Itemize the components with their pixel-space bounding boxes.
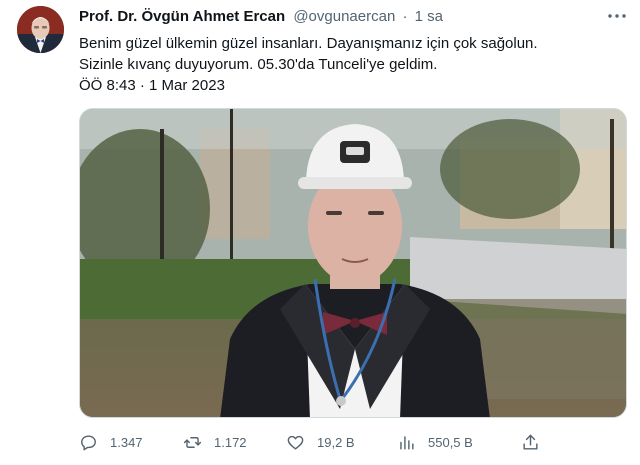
tweet-text: Benim güzel ülkemin güzel insanları. Day… [79, 33, 619, 96]
avatar[interactable] [17, 6, 64, 53]
tweet-photo[interactable] [79, 108, 627, 418]
share-icon [523, 434, 538, 450]
tweet-text-line: Sizinle kıvanç duyuyorum. 05.30'da Tunce… [79, 56, 438, 73]
tweet-text-line: Benim güzel ülkemin güzel insanları. Day… [79, 35, 538, 52]
tweet-card[interactable]: Prof. Dr. Övgün Ahmet Ercan @ovgunaercan… [0, 0, 640, 465]
tweet-age[interactable]: 1 sa [415, 8, 443, 25]
tweet-text-line: ÖÖ 8:43 · 1 Mar 2023 [79, 77, 225, 94]
retweet-icon [183, 436, 202, 448]
like-button[interactable]: 19,2 B [286, 428, 355, 456]
like-count: 19,2 B [317, 434, 355, 450]
reply-icon [81, 434, 96, 450]
reply-count: 1.347 [110, 434, 143, 450]
more-icon[interactable] [606, 8, 628, 24]
retweet-button[interactable]: 1.172 [183, 428, 247, 456]
reply-button[interactable]: 1.347 [79, 428, 143, 456]
display-name[interactable]: Prof. Dr. Övgün Ahmet Ercan [79, 8, 285, 25]
views-count: 550,5 B [428, 434, 473, 450]
views-icon [400, 435, 414, 450]
tweet-header: Prof. Dr. Övgün Ahmet Ercan @ovgunaercan… [79, 7, 443, 29]
heart-icon [287, 435, 304, 450]
separator-dot: · [402, 8, 408, 25]
action-bar: 1.347 1.172 19,2 B 550,5 B [79, 428, 627, 456]
retweet-count: 1.172 [214, 434, 247, 450]
views-button[interactable]: 550,5 B [397, 428, 473, 456]
share-button[interactable] [521, 428, 552, 456]
user-handle[interactable]: @ovgunaercan [293, 8, 395, 25]
